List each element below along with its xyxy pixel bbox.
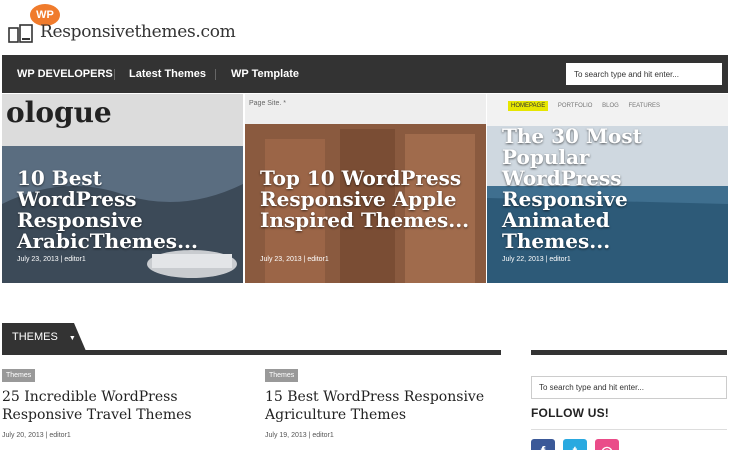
post-meta: July 20, 2013 | editor1 (2, 432, 71, 439)
section-tab-themes[interactable]: THEMES ▼ (2, 323, 86, 351)
slide-meta: July 22, 2013 | editor1 (502, 256, 571, 263)
slide-author[interactable]: editor1 (549, 256, 570, 263)
post-tag[interactable]: Themes (265, 369, 299, 382)
slide-title[interactable]: The 30 Most Popular WordPress Responsive… (502, 126, 712, 252)
post-title[interactable]: 15 Best WordPress Responsive Agriculture… (265, 388, 505, 424)
post-date: July 20, 2013 (2, 432, 44, 439)
sidebar-rule (531, 350, 727, 355)
slide-author[interactable]: editor1 (64, 256, 85, 263)
follow-us-heading: FOLLOW US! (531, 406, 609, 420)
sidebar-search-input[interactable] (531, 376, 727, 399)
post-author[interactable]: editor1 (49, 432, 70, 439)
section-rule (2, 350, 501, 355)
chevron-down-icon: ▼ (68, 335, 76, 342)
post-card: Themes 25 Incredible WordPress Responsiv… (2, 364, 242, 439)
header-search-input[interactable] (566, 63, 722, 85)
main-nav: WP DEVELOPERS Latest Themes WP Template (2, 55, 728, 93)
section-title: THEMES (12, 331, 58, 343)
slide-date: July 22, 2013 (502, 256, 544, 263)
facebook-icon[interactable]: f (531, 439, 555, 450)
slide-bg-text: ologue (6, 96, 112, 129)
slide-menu-item-homepage: HOMEPAGE (508, 101, 549, 111)
featured-slider: ologue 10 Best WordPress Responsive Arab… (2, 94, 728, 283)
slide-bg-text: Page Site. * (249, 100, 286, 107)
slide-animated-themes[interactable]: HOMEPAGE PORTFOLIO BLOG FEATURES The 30 … (487, 94, 728, 283)
post-date: July 19, 2013 (265, 432, 307, 439)
site-logo[interactable]: WP Responsivethemes.com (8, 4, 248, 48)
slide-title[interactable]: 10 Best WordPress Responsive ArabicTheme… (17, 168, 227, 252)
slide-arabic-themes[interactable]: ologue 10 Best WordPress Responsive Arab… (2, 94, 243, 283)
follow-divider (531, 429, 727, 430)
slide-meta: July 23, 2013 | editor1 (260, 256, 329, 263)
post-author[interactable]: editor1 (312, 432, 333, 439)
twitter-icon[interactable]: t (563, 439, 587, 450)
post-meta: July 19, 2013 | editor1 (265, 432, 334, 439)
devices-icon (8, 24, 33, 43)
site-name: Responsivethemes.com (40, 22, 236, 42)
post-tag[interactable]: Themes (2, 369, 36, 382)
post-card: Themes 15 Best WordPress Responsive Agri… (265, 364, 505, 439)
nav-item-latest-themes[interactable]: Latest Themes (129, 55, 206, 93)
nav-separator (114, 69, 115, 80)
slide-meta: July 23, 2013 | editor1 (17, 256, 86, 263)
slide-date: July 23, 2013 (17, 256, 59, 263)
nav-separator (215, 69, 216, 80)
nav-item-wp-template[interactable]: WP Template (231, 55, 299, 93)
slide-menu-item-blog: BLOG (602, 103, 619, 109)
slide-title[interactable]: Top 10 WordPress Responsive Apple Inspir… (260, 168, 470, 231)
nav-item-wp-developers[interactable]: WP DEVELOPERS (17, 55, 113, 93)
slide-menu: HOMEPAGE PORTFOLIO BLOG FEATURES (508, 101, 661, 111)
dribbble-icon[interactable]: ◎ (595, 439, 619, 450)
slide-author[interactable]: editor1 (307, 256, 328, 263)
slide-menu-item-features: FEATURES (628, 103, 661, 109)
post-title[interactable]: 25 Incredible WordPress Responsive Trave… (2, 388, 242, 424)
slide-date: July 23, 2013 (260, 256, 302, 263)
slide-apple-themes[interactable]: Page Site. * Top 10 WordPress Responsive… (245, 94, 486, 283)
slide-menu-item-portfolio: PORTFOLIO (557, 103, 593, 109)
